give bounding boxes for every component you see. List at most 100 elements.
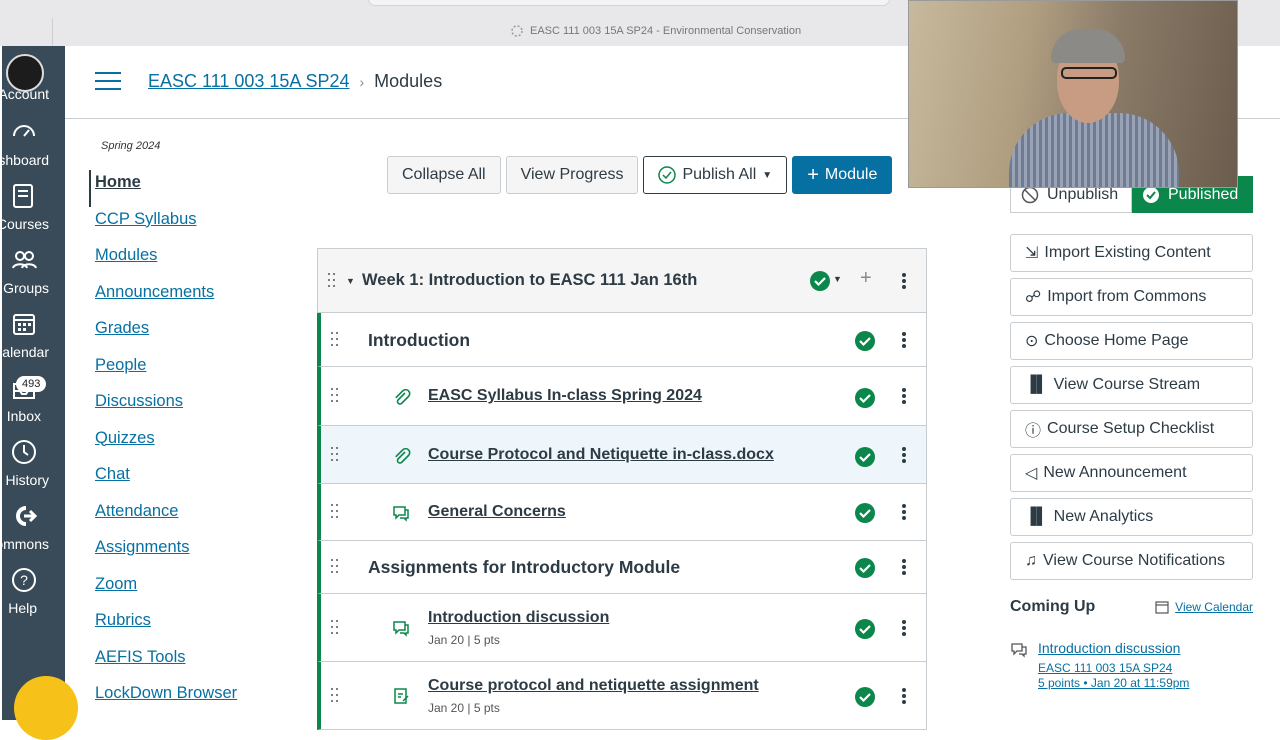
- module-item[interactable]: Course Protocol and Netiquette in-class.…: [317, 426, 927, 484]
- global-nav-account[interactable]: Account: [2, 46, 65, 108]
- choose-home-page-button[interactable]: ⊙ Choose Home Page: [1010, 322, 1253, 360]
- drag-handle-icon[interactable]: [331, 620, 339, 636]
- course-nav-zoom[interactable]: Zoom: [89, 572, 289, 609]
- module-item[interactable]: EASC Syllabus In-class Spring 2024: [317, 367, 927, 426]
- coming-up-item-detail: 5 points • Jan 20 at 11:59pm: [1038, 676, 1190, 690]
- address-bar[interactable]: [368, 0, 890, 6]
- published-check-icon[interactable]: [855, 388, 875, 408]
- global-nav-history[interactable]: History: [2, 432, 65, 494]
- drag-handle-icon[interactable]: [331, 388, 339, 404]
- new-announcement-button[interactable]: ◁ New Announcement: [1010, 454, 1253, 492]
- collapse-all-button[interactable]: Collapse All: [387, 156, 501, 194]
- course-nav-rubrics[interactable]: Rubrics: [89, 608, 289, 645]
- commons-icon: ☍: [1025, 289, 1042, 306]
- module-subheader[interactable]: Assignments for Introductory Module: [317, 541, 927, 594]
- new-analytics-button[interactable]: ▐▌ New Analytics: [1010, 498, 1253, 536]
- view-course-notifications-button[interactable]: ♫ View Course Notifications: [1010, 542, 1253, 580]
- view-progress-button[interactable]: View Progress: [505, 156, 639, 194]
- menu-toggle-button[interactable]: [95, 72, 121, 92]
- sidebar-button-label: Import Existing Content: [1044, 244, 1211, 261]
- published-check-icon[interactable]: [855, 558, 875, 578]
- published-check-icon[interactable]: [855, 619, 875, 639]
- drag-handle-icon[interactable]: [331, 504, 339, 520]
- sidebar-button-label: Course Setup Checklist: [1047, 420, 1215, 437]
- discussion-icon: [1011, 643, 1027, 658]
- published-check-icon[interactable]: [855, 331, 875, 351]
- sidebar-button-label: Choose Home Page: [1044, 332, 1189, 349]
- course-nav-chat[interactable]: Chat: [89, 462, 289, 499]
- course-nav-announcements[interactable]: Announcements: [89, 280, 289, 317]
- item-title-link[interactable]: General Concerns: [428, 503, 566, 521]
- module-item[interactable]: Introduction discussion Jan 20 | 5 pts: [317, 594, 927, 662]
- check-circle-icon: [658, 166, 677, 184]
- drag-handle-icon[interactable]: [331, 559, 339, 575]
- item-title-link[interactable]: Course Protocol and Netiquette in-class.…: [428, 446, 774, 464]
- coming-up-item[interactable]: Introduction discussion EASC 111 003 15A…: [1038, 640, 1258, 690]
- module-subheader[interactable]: Introduction: [317, 313, 927, 367]
- course-nav-home[interactable]: Home: [89, 170, 289, 207]
- sidebar-button-label: New Analytics: [1053, 508, 1154, 525]
- more-options-icon[interactable]: [902, 332, 906, 348]
- course-nav-syllabus[interactable]: CCP Syllabus: [89, 207, 289, 244]
- unpublish-label: Unpublish: [1047, 185, 1119, 203]
- course-nav-discussions[interactable]: Discussions: [89, 389, 289, 426]
- item-title-link[interactable]: Course protocol and netiquette assignmen…: [428, 677, 759, 695]
- global-nav-commons[interactable]: Commons: [2, 496, 65, 558]
- more-options-icon[interactable]: [902, 273, 906, 289]
- publish-all-button[interactable]: Publish All ▼: [643, 156, 788, 194]
- bar-chart-icon: ▐▌: [1025, 376, 1048, 393]
- video-person-glasses: [1061, 67, 1117, 79]
- collapse-caret-icon[interactable]: ▼: [346, 276, 355, 286]
- view-calendar-link[interactable]: View Calendar: [1155, 600, 1253, 614]
- global-nav-courses[interactable]: Courses: [2, 176, 65, 238]
- calendar-icon: [1155, 601, 1169, 614]
- course-nav-attendance[interactable]: Attendance: [89, 499, 289, 536]
- item-title-link[interactable]: EASC Syllabus In-class Spring 2024: [428, 387, 702, 405]
- attachment-icon: [395, 388, 411, 405]
- drag-handle-icon[interactable]: [331, 688, 339, 704]
- import-existing-content-button[interactable]: ⇲ Import Existing Content: [1010, 234, 1253, 272]
- breadcrumb-separator: ›: [359, 73, 365, 90]
- global-nav-groups[interactable]: Groups: [2, 240, 65, 302]
- more-options-icon[interactable]: [902, 504, 906, 520]
- published-check-icon[interactable]: [855, 687, 875, 707]
- sidebar-button-label: View Course Notifications: [1043, 552, 1226, 569]
- breadcrumb-course-link[interactable]: EASC 111 003 15A SP24: [148, 71, 349, 92]
- course-nav-aefis-tools[interactable]: AEFIS Tools: [89, 645, 289, 682]
- course-nav-grades[interactable]: Grades: [89, 316, 289, 353]
- global-nav-calendar[interactable]: Calendar: [2, 304, 65, 366]
- more-options-icon[interactable]: [902, 447, 906, 463]
- course-nav-modules[interactable]: Modules: [89, 243, 289, 280]
- chevron-down-icon[interactable]: ▼: [833, 274, 842, 284]
- drag-handle-icon[interactable]: [331, 447, 339, 463]
- discussion-icon: [393, 621, 409, 637]
- module-header[interactable]: ▼ Week 1: Introduction to EASC 111 Jan 1…: [317, 248, 927, 313]
- more-options-icon[interactable]: [902, 688, 906, 704]
- course-nav-quizzes[interactable]: Quizzes: [89, 426, 289, 463]
- coming-up-item-title[interactable]: Introduction discussion: [1038, 640, 1258, 656]
- global-nav-dashboard[interactable]: Dashboard: [2, 112, 65, 174]
- more-options-icon[interactable]: [902, 620, 906, 636]
- more-options-icon[interactable]: [902, 559, 906, 575]
- course-nav-people[interactable]: People: [89, 353, 289, 390]
- chat-widget-button[interactable]: [14, 676, 78, 740]
- published-check-icon[interactable]: [855, 447, 875, 467]
- tab-title-text: EASC 111 003 15A SP24 - Environmental Co…: [530, 25, 802, 37]
- course-setup-checklist-button[interactable]: ⓘ Course Setup Checklist: [1010, 410, 1253, 448]
- add-module-button[interactable]: + Module: [792, 156, 893, 194]
- import-icon: ⇲: [1025, 245, 1039, 262]
- global-nav-help[interactable]: ? Help: [2, 560, 65, 622]
- import-from-commons-button[interactable]: ☍ Import from Commons: [1010, 278, 1253, 316]
- video-call-overlay[interactable]: [908, 0, 1238, 188]
- item-title-link[interactable]: Introduction discussion: [428, 609, 609, 627]
- drag-handle-icon[interactable]: [331, 332, 339, 348]
- view-course-stream-button[interactable]: ▐▌ View Course Stream: [1010, 366, 1253, 404]
- more-options-icon[interactable]: [902, 388, 906, 404]
- drag-handle-icon[interactable]: [328, 273, 336, 289]
- module-item[interactable]: General Concerns: [317, 484, 927, 541]
- published-check-icon[interactable]: [855, 503, 875, 523]
- course-nav-lockdown-browser[interactable]: LockDown Browser: [89, 681, 289, 718]
- course-nav-assignments[interactable]: Assignments: [89, 535, 289, 572]
- published-check-icon[interactable]: [810, 271, 830, 291]
- add-item-icon[interactable]: +: [860, 267, 872, 290]
